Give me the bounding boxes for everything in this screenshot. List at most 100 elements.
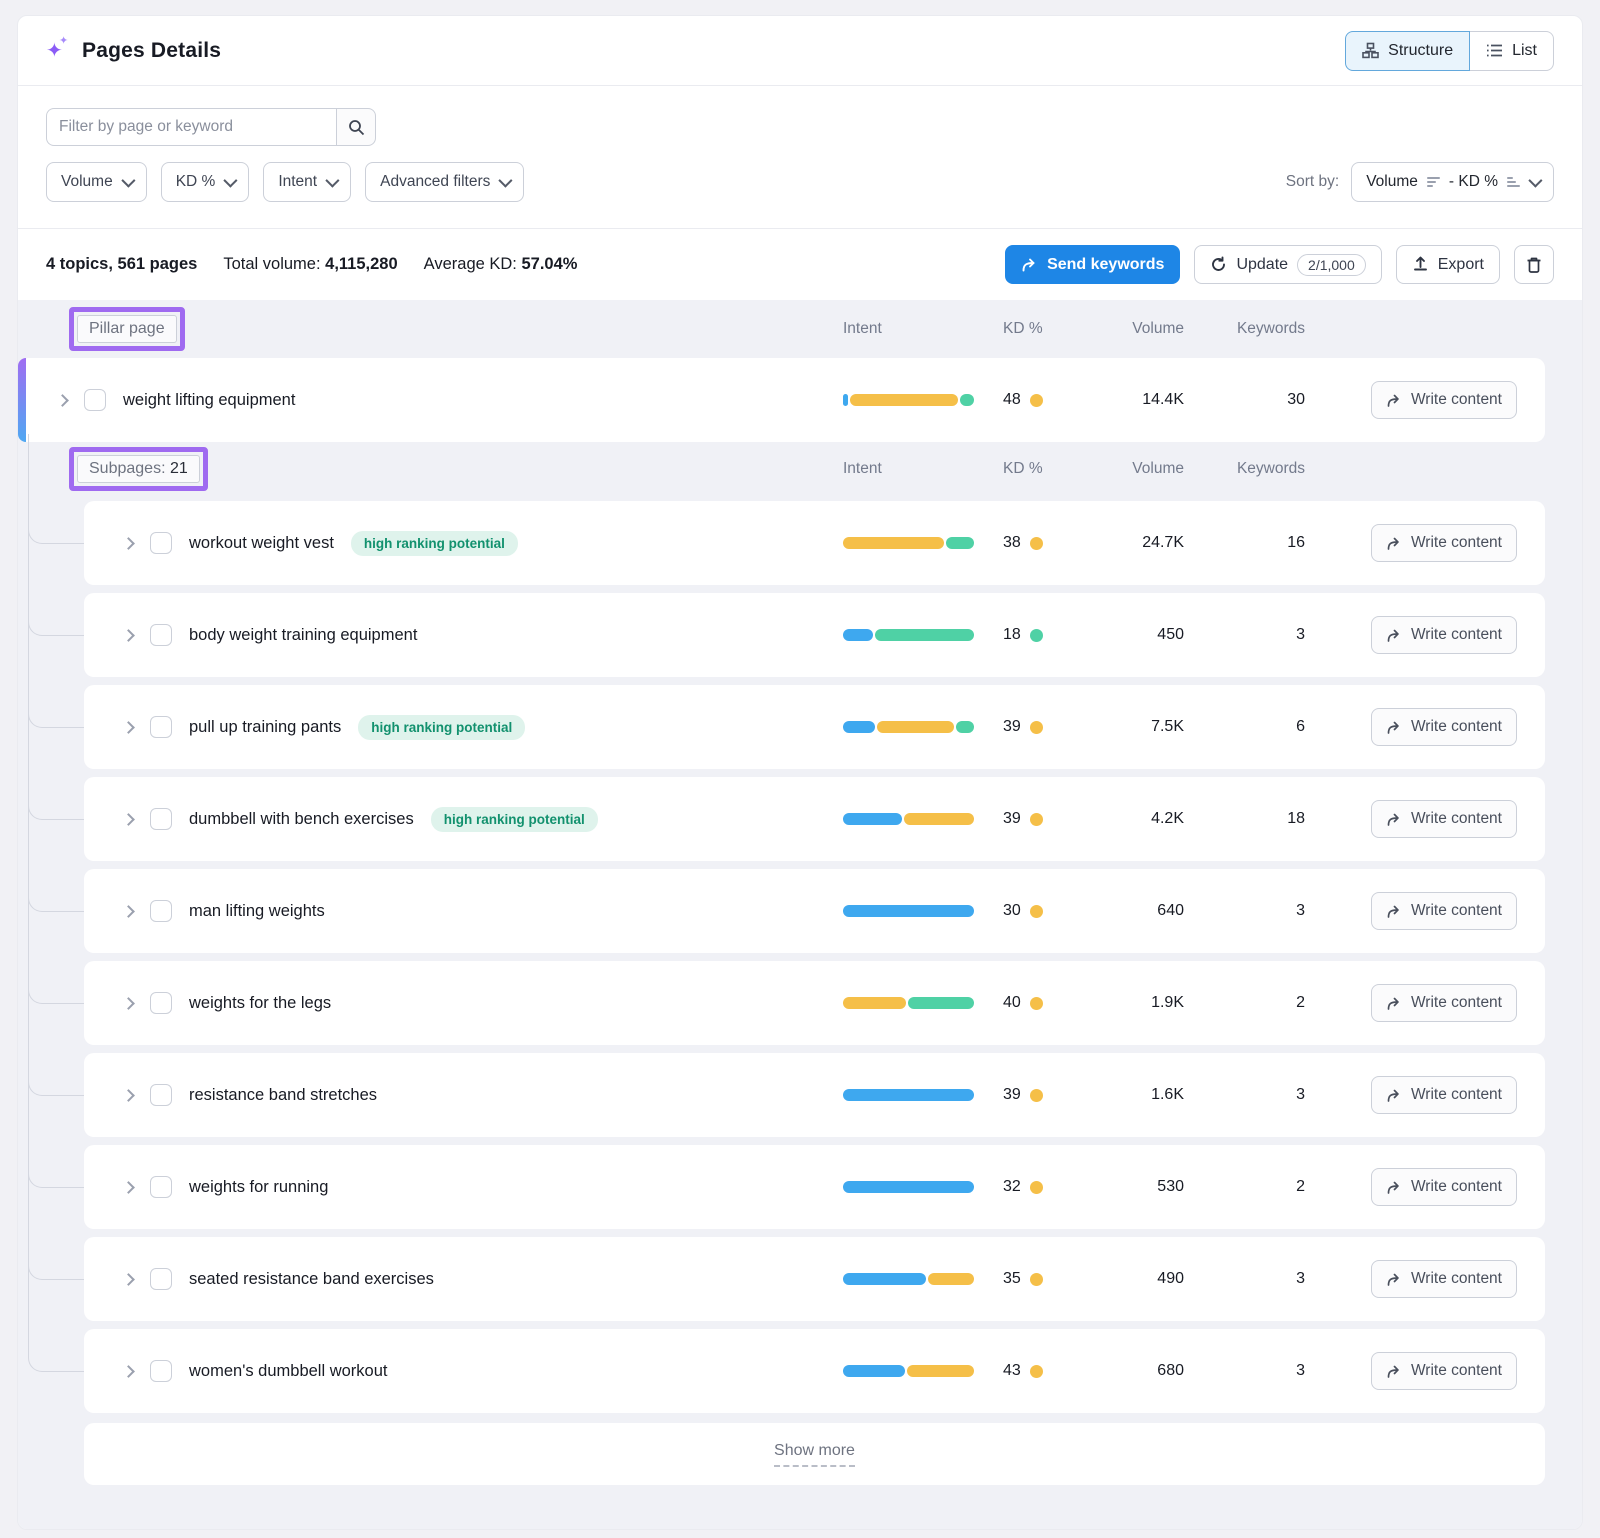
kd-value: 39 <box>1003 1086 1021 1104</box>
intent-bar <box>843 537 974 549</box>
expand-chevron-icon[interactable] <box>122 813 135 826</box>
volume-value: 640 <box>1093 902 1184 920</box>
expand-chevron-icon[interactable] <box>122 1181 135 1194</box>
keywords-value: 18 <box>1184 810 1305 828</box>
pillar-header-row: Pillar page Intent KD % Volume Keywords <box>18 300 1582 358</box>
sort-primary-label: Volume <box>1366 173 1418 191</box>
subpage-row[interactable]: workout weight vest high ranking potenti… <box>84 501 1545 585</box>
write-content-arrow-icon <box>1386 720 1402 735</box>
subpage-row[interactable]: pull up training pants high ranking pote… <box>84 685 1545 769</box>
expand-chevron-icon[interactable] <box>122 1089 135 1102</box>
send-keywords-button[interactable]: Send keywords <box>1005 245 1180 284</box>
row-checkbox[interactable] <box>150 1360 172 1382</box>
write-content-button[interactable]: Write content <box>1371 800 1517 838</box>
row-checkbox[interactable] <box>150 1176 172 1198</box>
write-content-button[interactable]: Write content <box>1371 892 1517 930</box>
subpage-row[interactable]: body weight training equipment 18 450 3 … <box>84 593 1545 677</box>
export-label: Export <box>1438 256 1484 274</box>
filter-kd-label: KD % <box>176 173 216 191</box>
subpage-row[interactable]: dumbbell with bench exercises high ranki… <box>84 777 1545 861</box>
write-content-arrow-icon <box>1386 1272 1402 1287</box>
row-checkbox[interactable] <box>84 389 106 411</box>
update-label: Update <box>1236 256 1288 274</box>
export-button[interactable]: Export <box>1396 245 1500 284</box>
write-content-label: Write content <box>1411 391 1502 409</box>
write-content-button[interactable]: Write content <box>1371 1260 1517 1298</box>
write-content-button[interactable]: Write content <box>1371 616 1517 654</box>
filter-intent-label: Intent <box>278 173 317 191</box>
refresh-icon <box>1210 256 1227 273</box>
advanced-filters-dropdown[interactable]: Advanced filters <box>365 162 524 202</box>
expand-chevron-icon[interactable] <box>122 721 135 734</box>
show-more-button[interactable]: Show more <box>774 1442 855 1467</box>
kd-dot <box>1030 997 1043 1010</box>
write-content-button[interactable]: Write content <box>1371 381 1517 419</box>
write-content-button[interactable]: Write content <box>1371 984 1517 1022</box>
write-content-label: Write content <box>1411 1270 1502 1288</box>
kd-dot <box>1030 813 1043 826</box>
kd-column-header: KD % <box>1003 320 1093 338</box>
kd-value: 32 <box>1003 1178 1021 1196</box>
sort-dropdown[interactable]: Volume - KD % <box>1351 162 1554 202</box>
row-checkbox[interactable] <box>150 1084 172 1106</box>
write-content-button[interactable]: Write content <box>1371 524 1517 562</box>
write-content-button[interactable]: Write content <box>1371 1168 1517 1206</box>
keywords-value: 3 <box>1184 902 1305 920</box>
write-content-label: Write content <box>1411 994 1502 1012</box>
row-checkbox[interactable] <box>150 900 172 922</box>
write-content-label: Write content <box>1411 902 1502 920</box>
write-content-arrow-icon <box>1386 1364 1402 1379</box>
update-button[interactable]: Update 2/1,000 <box>1194 245 1381 284</box>
chevron-down-icon <box>1528 174 1542 188</box>
volume-value: 14.4K <box>1093 391 1184 409</box>
trash-icon <box>1526 256 1542 273</box>
view-toggle: Structure List <box>1345 31 1554 71</box>
volume-value: 490 <box>1093 1270 1184 1288</box>
page-label: body weight training equipment <box>189 626 417 645</box>
expand-chevron-icon[interactable] <box>56 394 69 407</box>
search-button[interactable] <box>336 108 376 146</box>
list-label: List <box>1512 42 1537 60</box>
write-content-button[interactable]: Write content <box>1371 1352 1517 1390</box>
subpage-row[interactable]: resistance band stretches 39 1.6K 3 Writ… <box>84 1053 1545 1137</box>
expand-chevron-icon[interactable] <box>122 537 135 550</box>
keywords-value: 16 <box>1184 534 1305 552</box>
row-checkbox[interactable] <box>150 808 172 830</box>
delete-button[interactable] <box>1514 245 1554 284</box>
expand-chevron-icon[interactable] <box>122 1365 135 1378</box>
kd-dot <box>1030 905 1043 918</box>
expand-chevron-icon[interactable] <box>122 1273 135 1286</box>
expand-chevron-icon[interactable] <box>122 997 135 1010</box>
kd-value: 40 <box>1003 994 1021 1012</box>
volume-value: 450 <box>1093 626 1184 644</box>
write-content-button[interactable]: Write content <box>1371 708 1517 746</box>
subpage-row[interactable]: weights for running 32 530 2 Write conte… <box>84 1145 1545 1229</box>
pillar-page-row[interactable]: weight lifting equipment 48 14.4K 30 <box>18 358 1545 442</box>
filter-kd-dropdown[interactable]: KD % <box>161 162 250 202</box>
filter-volume-dropdown[interactable]: Volume <box>46 162 147 202</box>
row-checkbox[interactable] <box>150 716 172 738</box>
write-content-button[interactable]: Write content <box>1371 1076 1517 1114</box>
row-checkbox[interactable] <box>150 992 172 1014</box>
pages-details-panel: ✦✦ Pages Details Structure <box>17 15 1583 1530</box>
subpage-row[interactable]: man lifting weights 30 640 3 Write conte… <box>84 869 1545 953</box>
page-label: resistance band stretches <box>189 1086 377 1105</box>
expand-chevron-icon[interactable] <box>122 905 135 918</box>
row-checkbox[interactable] <box>150 532 172 554</box>
sort-asc-icon <box>1507 177 1520 187</box>
list-view-button[interactable]: List <box>1470 31 1554 71</box>
subpage-row[interactable]: weights for the legs 40 1.9K 2 Write con… <box>84 961 1545 1045</box>
page-label: dumbbell with bench exercises <box>189 810 414 829</box>
expand-chevron-icon[interactable] <box>122 629 135 642</box>
subpage-row[interactable]: women's dumbbell workout 43 680 3 Write … <box>84 1329 1545 1413</box>
filter-intent-dropdown[interactable]: Intent <box>263 162 351 202</box>
structure-view-button[interactable]: Structure <box>1345 31 1470 71</box>
search-input[interactable] <box>46 108 336 146</box>
subpage-row[interactable]: seated resistance band exercises 35 490 … <box>84 1237 1545 1321</box>
keywords-value: 3 <box>1184 1362 1305 1380</box>
summary-bar: 4 topics, 561 pages Total volume: 4,115,… <box>18 228 1582 300</box>
subpages-header-row: Subpages: 21 Intent KD % Volume Keywords <box>18 442 1582 495</box>
row-checkbox[interactable] <box>150 1268 172 1290</box>
pillar-page-column-header: Pillar page <box>77 315 177 343</box>
row-checkbox[interactable] <box>150 624 172 646</box>
